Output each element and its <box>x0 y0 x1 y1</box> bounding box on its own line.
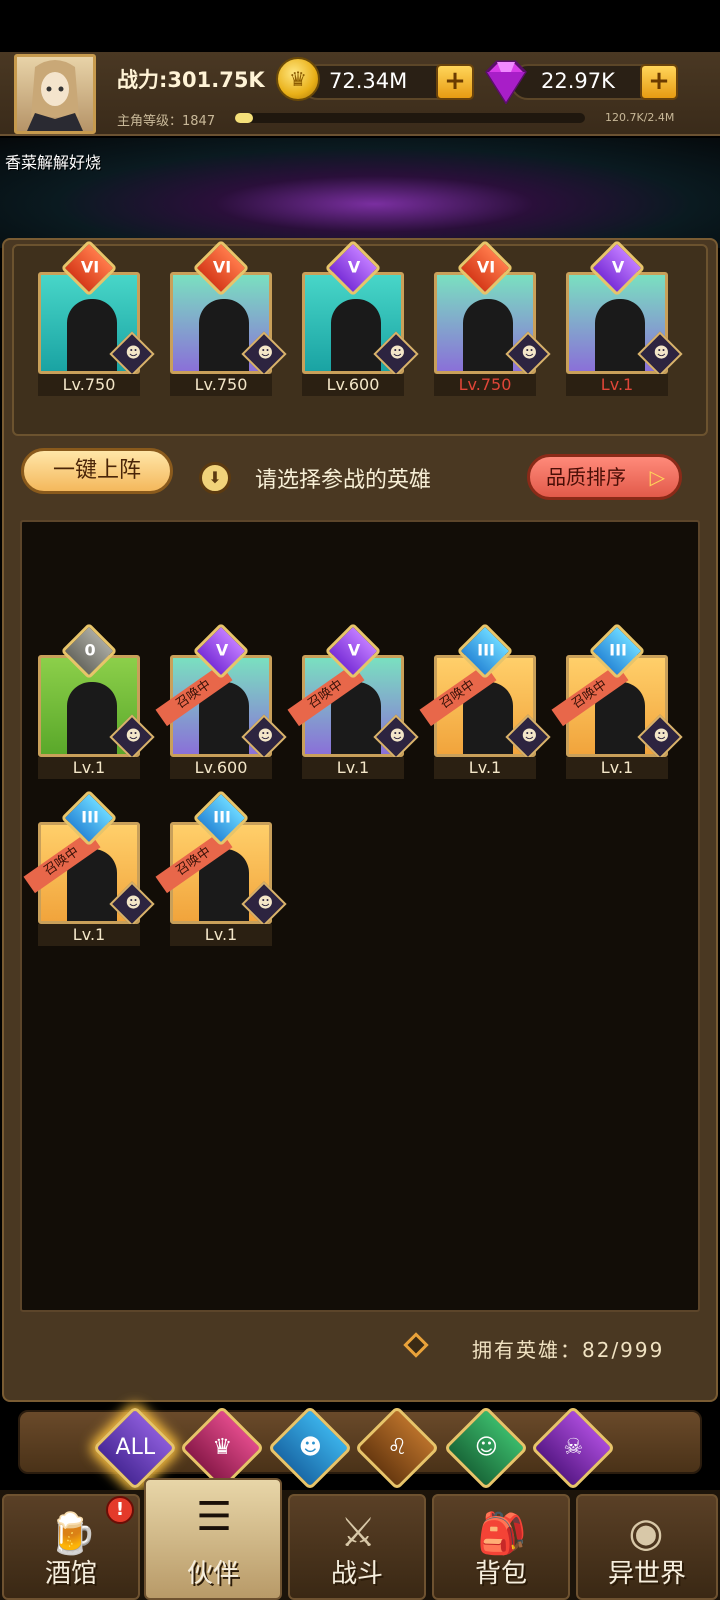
nav-otherworld[interactable]: ◉ 异世界 <box>576 1494 718 1600</box>
hero-level: Lv.600 <box>170 757 272 779</box>
player-avatar[interactable] <box>14 54 96 134</box>
owned-heroes-count: 拥有英雄：82/999 <box>472 1338 665 1362</box>
rank-label: III <box>213 807 231 827</box>
rank-label: V <box>215 640 229 660</box>
add-gems-button[interactable]: + <box>640 64 678 100</box>
hero-level: Lv.1 <box>38 757 140 779</box>
hero-level: Lv.1 <box>566 374 668 396</box>
rank-label: V <box>347 257 361 277</box>
nav-partners[interactable]: ☰ 伙伴 <box>144 1478 282 1600</box>
player-level: 主角等级：1847 <box>117 114 216 129</box>
merfolk-icon: ☻ <box>298 1435 322 1461</box>
gem-icon <box>485 60 527 104</box>
xp-progress-bar <box>235 113 585 123</box>
one-click-deploy-button[interactable]: 一键上阵 <box>21 448 173 494</box>
xp-text: 120.7K/2.4M <box>605 111 675 124</box>
sort-label: 品质排序 <box>546 465 626 489</box>
elf-icon: ☺ <box>474 1435 498 1461</box>
nav-battle-label: 战斗 <box>330 1559 383 1589</box>
hero-silhouette-icon <box>199 299 249 371</box>
combat-power: 战力:301.75K <box>117 68 265 92</box>
alert-badge: ! <box>106 1496 134 1524</box>
demon-icon: ☠ <box>563 1435 584 1461</box>
rank-label: VI <box>476 257 496 277</box>
rank-label: III <box>609 640 627 660</box>
hero-level: Lv.1 <box>170 924 272 946</box>
hero-silhouette-icon <box>595 299 645 371</box>
hero-level: Lv.750 <box>434 374 536 396</box>
hero-level: Lv.1 <box>302 757 404 779</box>
partner-portrait-icon: ☰ <box>196 1494 232 1540</box>
hero-silhouette-icon <box>331 299 381 371</box>
coin-amount: 72.34M <box>329 69 408 93</box>
down-arrow-icon: ⬇ <box>199 462 231 494</box>
nav-battle[interactable]: ⚔ 战斗 <box>288 1494 426 1600</box>
rank-label: 0 <box>84 640 96 660</box>
gem-amount: 22.97K <box>541 69 615 93</box>
hero-level: Lv.750 <box>38 374 140 396</box>
avatar-portrait-icon <box>27 60 83 131</box>
hero-level: Lv.1 <box>566 757 668 779</box>
hero-level: Lv.1 <box>38 924 140 946</box>
rank-label: III <box>477 640 495 660</box>
quality-sort-button[interactable]: 品质排序 ▷ <box>527 454 682 500</box>
rank-label: VI <box>80 257 100 277</box>
hero-silhouette-icon <box>67 682 117 754</box>
xp-progress-fill <box>235 113 253 123</box>
nav-backpack-label: 背包 <box>474 1559 527 1589</box>
nav-backpack[interactable]: 🎒 背包 <box>432 1494 570 1600</box>
hero-level: Lv.600 <box>302 374 404 396</box>
rank-label: III <box>81 807 99 827</box>
lion-icon: ♌ <box>387 1435 408 1461</box>
play-arrow-icon: ▷ <box>649 465 665 489</box>
add-coins-button[interactable]: + <box>436 64 474 100</box>
select-hero-hint: 请选择参战的英雄 <box>255 468 432 493</box>
rank-label: V <box>611 257 625 277</box>
username-label: 香菜解解好烧 <box>5 153 102 172</box>
crown-coin-icon: ♛ <box>276 57 320 101</box>
hero-silhouette-icon <box>463 299 513 371</box>
hero-level: Lv.750 <box>170 374 272 396</box>
hero-level: Lv.1 <box>434 757 536 779</box>
scene-banner <box>0 138 720 248</box>
hero-silhouette-icon <box>67 299 117 371</box>
nav-partners-label: 伙伴 <box>186 1559 239 1589</box>
crown-helm-icon: ♛ <box>212 1435 233 1461</box>
filter-all-label: ALL <box>115 1435 156 1461</box>
nav-otherworld-label: 异世界 <box>607 1559 686 1589</box>
rank-label: VI <box>212 257 232 277</box>
nav-tavern-label: 酒馆 <box>44 1559 97 1589</box>
rank-label: V <box>347 640 361 660</box>
